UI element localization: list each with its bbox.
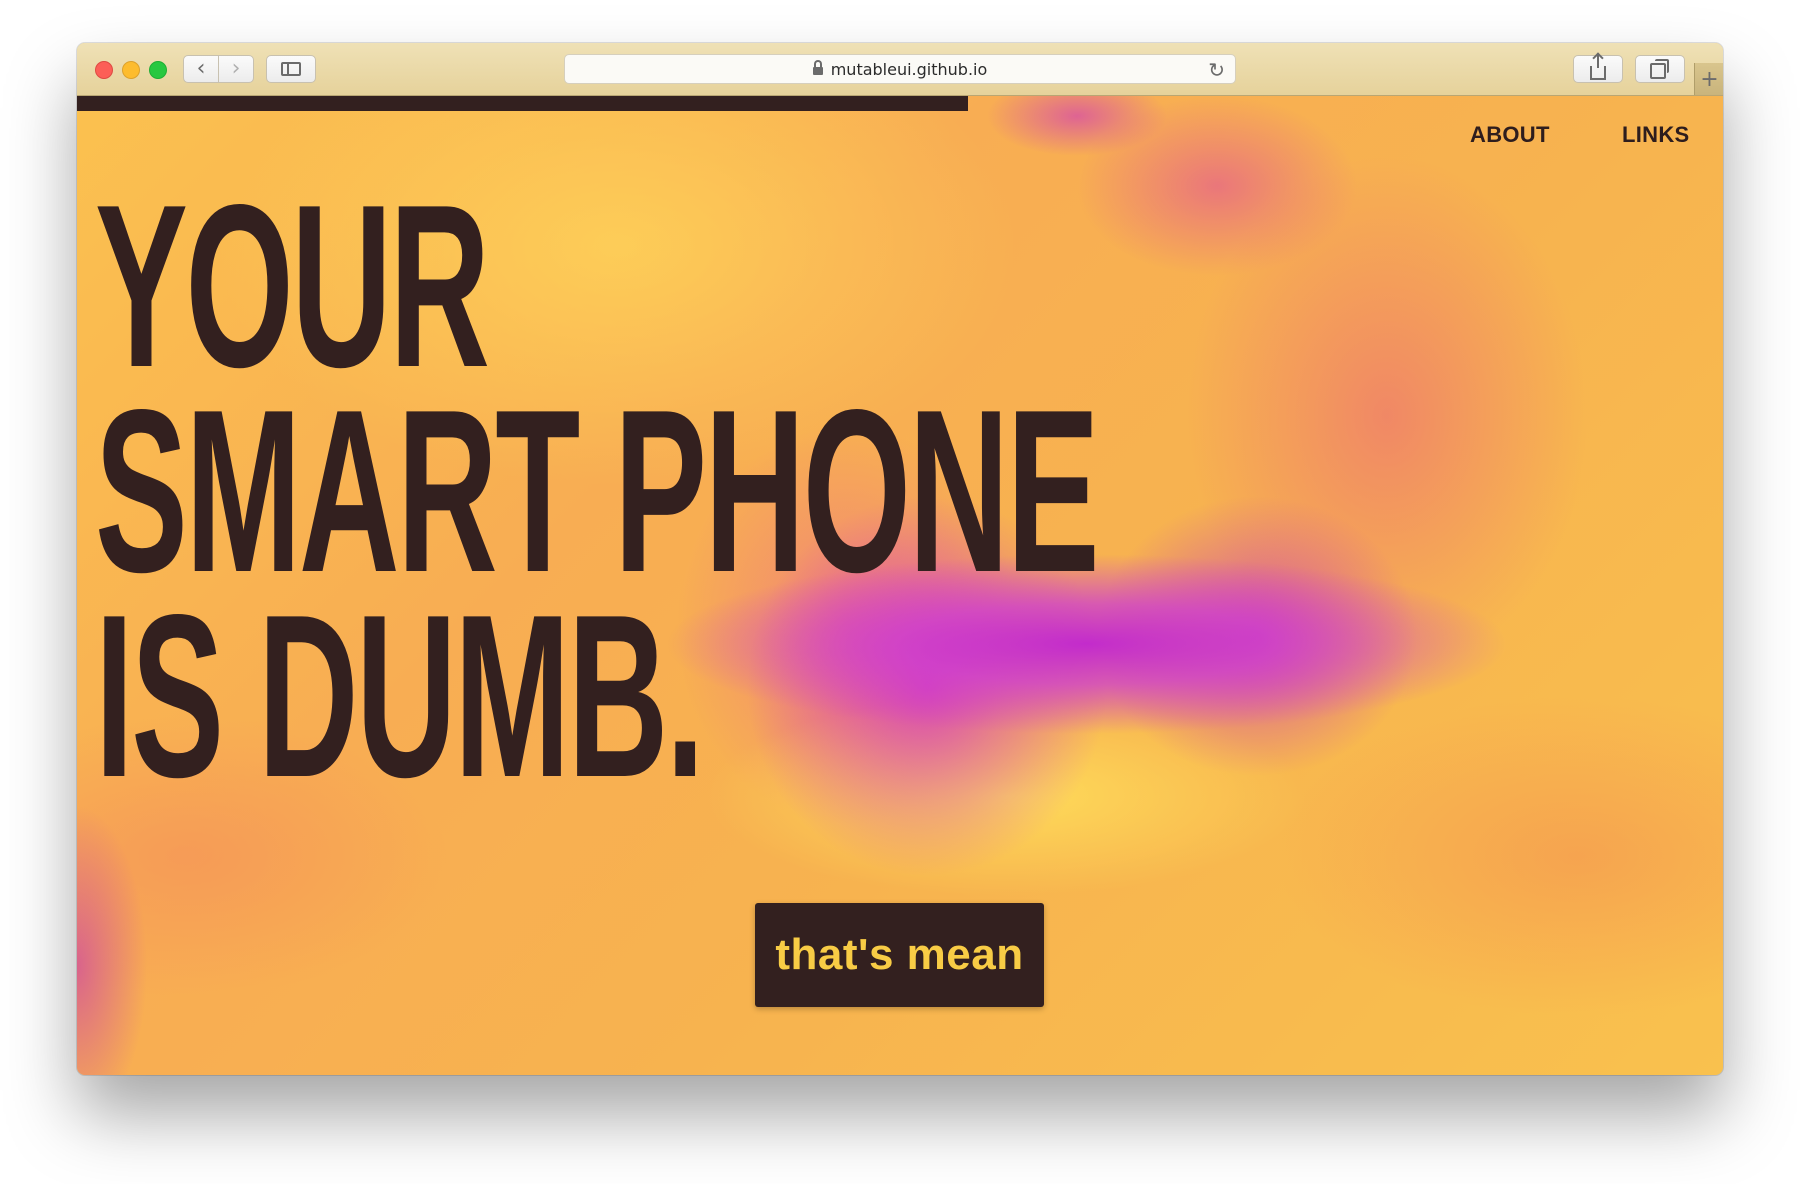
chevron-right-icon: › — [231, 56, 241, 81]
page-hero: ABOUT LINKS YOUR SMART PHONE IS DUMB. th… — [77, 96, 1723, 1075]
show-tabs-button[interactable] — [1635, 55, 1685, 83]
minimize-window-button[interactable] — [122, 61, 140, 79]
headline-line-3: IS DUMB. — [95, 567, 705, 826]
nav-link-links[interactable]: LINKS — [1622, 122, 1690, 148]
address-bar[interactable]: mutableui.github.io ↻ — [564, 54, 1236, 84]
share-button[interactable] — [1573, 54, 1623, 83]
headline-line-1: YOUR — [95, 157, 490, 416]
new-tab-button[interactable]: + — [1694, 63, 1723, 95]
lock-icon — [812, 60, 823, 75]
forward-button[interactable]: › — [218, 55, 254, 83]
browser-window: ‹ › mutableui.github.io ↻ + ABOUT LINKS … — [77, 43, 1723, 1075]
headline-line-2: SMART PHONE — [95, 362, 1100, 621]
share-icon — [1590, 54, 1606, 80]
plus-icon: + — [1700, 66, 1719, 92]
url-text: mutableui.github.io — [830, 59, 988, 79]
sidebar-toggle-button[interactable] — [266, 55, 316, 83]
maximize-window-button[interactable] — [149, 61, 167, 79]
hero-headline: YOUR SMART PHONE IS DUMB. — [95, 157, 1100, 826]
chevron-left-icon: ‹ — [196, 56, 206, 81]
back-button[interactable]: ‹ — [183, 55, 219, 83]
sidebar-icon — [281, 62, 301, 76]
thats-mean-button[interactable]: that's mean — [755, 903, 1044, 1007]
close-window-button[interactable] — [95, 61, 113, 79]
reload-icon[interactable]: ↻ — [1208, 58, 1225, 82]
tabs-icon — [1650, 59, 1669, 79]
browser-toolbar: ‹ › mutableui.github.io ↻ + — [77, 43, 1723, 96]
nav-link-about[interactable]: ABOUT — [1470, 122, 1550, 148]
scroll-progress-bar — [77, 96, 968, 111]
